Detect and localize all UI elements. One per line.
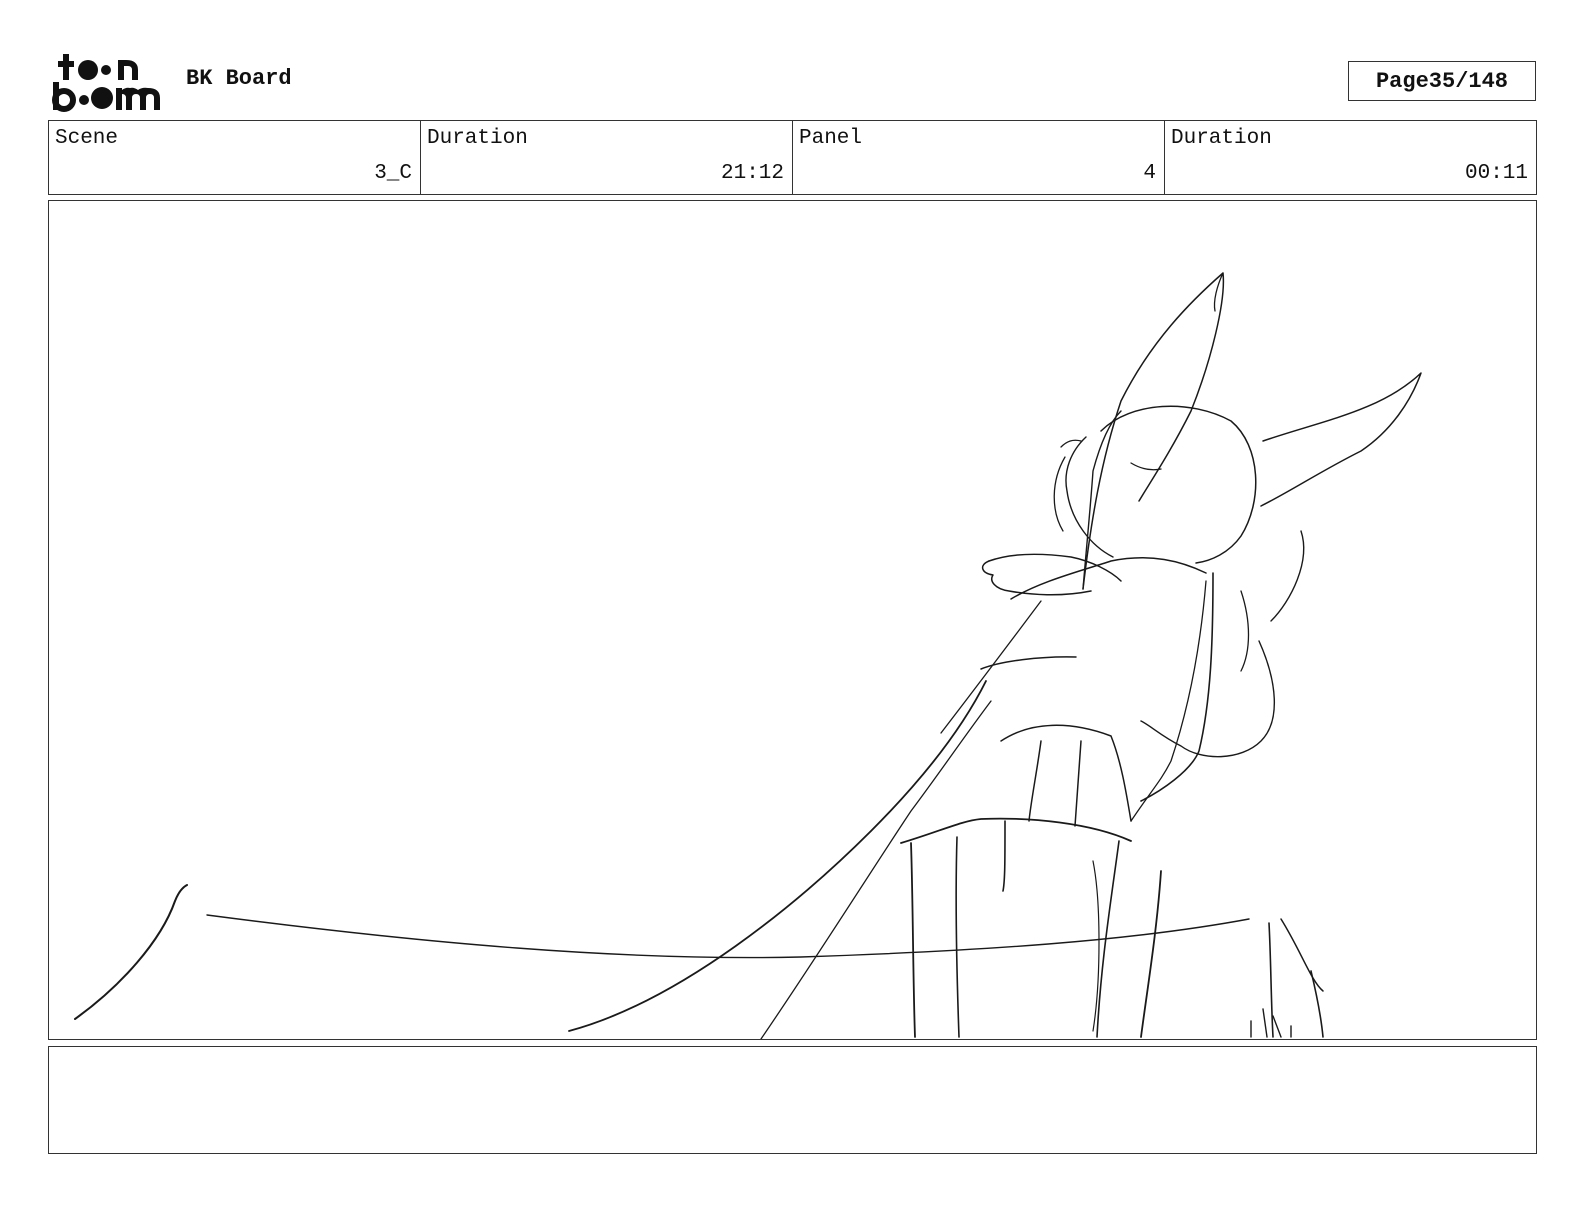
page-indicator: Page 35/148 <box>1348 61 1536 101</box>
panel-notes-area <box>48 1046 1537 1154</box>
storyboard-panel-image <box>48 200 1537 1040</box>
panel-duration-label: Duration <box>1171 127 1272 150</box>
scene-label: Scene <box>55 127 119 150</box>
panel-info-row: Scene 3_C Duration 21:12 Panel 4 Duratio… <box>48 120 1537 195</box>
scene-duration-label: Duration <box>427 127 528 150</box>
board-title: BK Board <box>186 66 292 91</box>
scene-value: 3_C <box>374 162 412 185</box>
panel-duration-value: 00:11 <box>1464 162 1528 185</box>
page-number: 35/148 <box>1428 68 1509 94</box>
toon-boom-logo <box>50 52 166 112</box>
panel-label: Panel <box>799 127 863 150</box>
panel-duration-cell: Duration 00:11 <box>1165 121 1536 194</box>
rough-sketch-drawing <box>74 272 1422 1039</box>
scene-duration-cell: Duration 21:12 <box>421 121 793 194</box>
page-label: Page <box>1375 68 1429 94</box>
panel-cell: Panel 4 <box>793 121 1165 194</box>
panel-value: 4 <box>1143 162 1156 185</box>
scene-duration-value: 21:12 <box>720 162 784 185</box>
scene-cell: Scene 3_C <box>49 121 421 194</box>
